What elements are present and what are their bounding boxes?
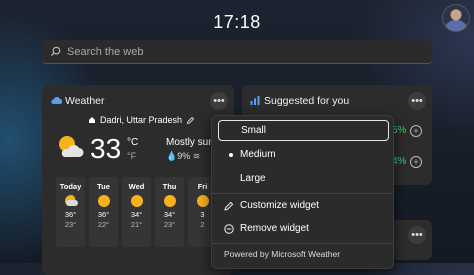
more-icon: ••• (213, 94, 225, 107)
size-medium-option[interactable]: Medium (218, 144, 389, 165)
search-bar[interactable]: Search the web (42, 40, 432, 64)
unit-celsius[interactable]: °C (127, 137, 138, 148)
change-value: 5% (392, 125, 407, 136)
forecast-day-name: Wed (128, 182, 145, 191)
precipitation: 💧9% ≋ (166, 151, 200, 162)
customize-widget-label: Customize widget (240, 200, 319, 211)
remove-icon (224, 223, 234, 234)
forecast-day[interactable]: Tue 36° 22° (89, 177, 118, 247)
add-icon[interactable]: + (410, 156, 422, 168)
customize-widget-option[interactable]: Customize widget (218, 195, 389, 216)
forecast-day[interactable]: Today 36° 23° (56, 177, 85, 247)
current-temperature: 33 (90, 133, 122, 164)
powered-by-link[interactable]: Powered by Microsoft Weather (224, 249, 340, 259)
home-icon (89, 117, 95, 123)
selected-bullet-icon (229, 152, 233, 157)
size-medium-label: Medium (240, 149, 276, 160)
remove-widget-label: Remove widget (240, 223, 309, 234)
size-large-option[interactable]: Large (218, 168, 389, 189)
third-widget-more-button[interactable]: ••• (408, 226, 426, 244)
unit-fahrenheit[interactable]: °F (127, 151, 136, 161)
pencil-icon (224, 201, 234, 211)
forecast-high: 34° (130, 210, 143, 219)
forecast-day[interactable]: Wed 34° 21° (122, 177, 151, 247)
third-widget: ••• (392, 220, 432, 260)
forecast-low: 23° (64, 220, 77, 229)
sunny-icon (97, 195, 110, 207)
raindrop-icon: 💧 (166, 151, 178, 161)
more-icon: ••• (411, 94, 423, 107)
size-small-option[interactable]: Small (218, 120, 389, 141)
forecast-low: 23° (163, 220, 176, 229)
chart-icon (250, 96, 260, 105)
weather-widget: Weather ••• Dadri, Uttar Pradesh 33 °C °… (42, 85, 234, 275)
remove-widget-option[interactable]: Remove widget (218, 218, 389, 239)
forecast-high: 34° (163, 210, 176, 219)
sunny-icon (163, 195, 176, 207)
precipitation-value: 9% (177, 151, 191, 161)
weather-condition: Mostly sun (166, 137, 214, 148)
edit-icon[interactable] (186, 116, 195, 125)
forecast-day-name: Tue (97, 182, 110, 191)
size-small-label: Small (241, 125, 267, 136)
sunny-icon (196, 195, 209, 207)
forecast: Today 36° 23° Tue 36° 22° Wed 34° 21° Th… (56, 177, 217, 247)
suggested-title: Suggested for you (264, 95, 350, 107)
menu-divider (212, 243, 393, 244)
add-icon[interactable]: + (410, 125, 422, 137)
search-icon (50, 46, 61, 57)
forecast-day[interactable]: Thu 34° 23° (155, 177, 184, 247)
forecast-high: 36° (64, 210, 77, 219)
more-icon: ••• (411, 228, 423, 241)
suggested-more-button[interactable]: ••• (408, 92, 426, 110)
size-large-label: Large (240, 173, 266, 184)
forecast-day-name: Thu (162, 182, 177, 191)
wind-icon: ≋ (192, 151, 201, 161)
clock: 17:18 (213, 12, 261, 32)
menu-divider (212, 193, 393, 194)
partly-cloudy-icon (59, 136, 84, 157)
sunny-icon (130, 195, 143, 207)
partly-cloudy-icon (64, 195, 78, 207)
widget-context-menu: Small Medium Large Customize widget Remo… (211, 115, 394, 269)
location-label: Dadri, Uttar Pradesh (100, 115, 183, 125)
forecast-day-name: Today (59, 182, 82, 191)
location[interactable]: Dadri, Uttar Pradesh (88, 115, 195, 125)
forecast-low: 22° (97, 220, 110, 229)
change-value: 4% (392, 156, 407, 167)
weather-icon (51, 97, 62, 104)
forecast-low: 21° (130, 220, 143, 229)
forecast-high: 36° (97, 210, 110, 219)
weather-more-button[interactable]: ••• (210, 92, 228, 110)
weather-title: Weather (65, 95, 105, 107)
avatar[interactable] (442, 4, 470, 32)
search-input[interactable]: Search the web (67, 46, 143, 58)
